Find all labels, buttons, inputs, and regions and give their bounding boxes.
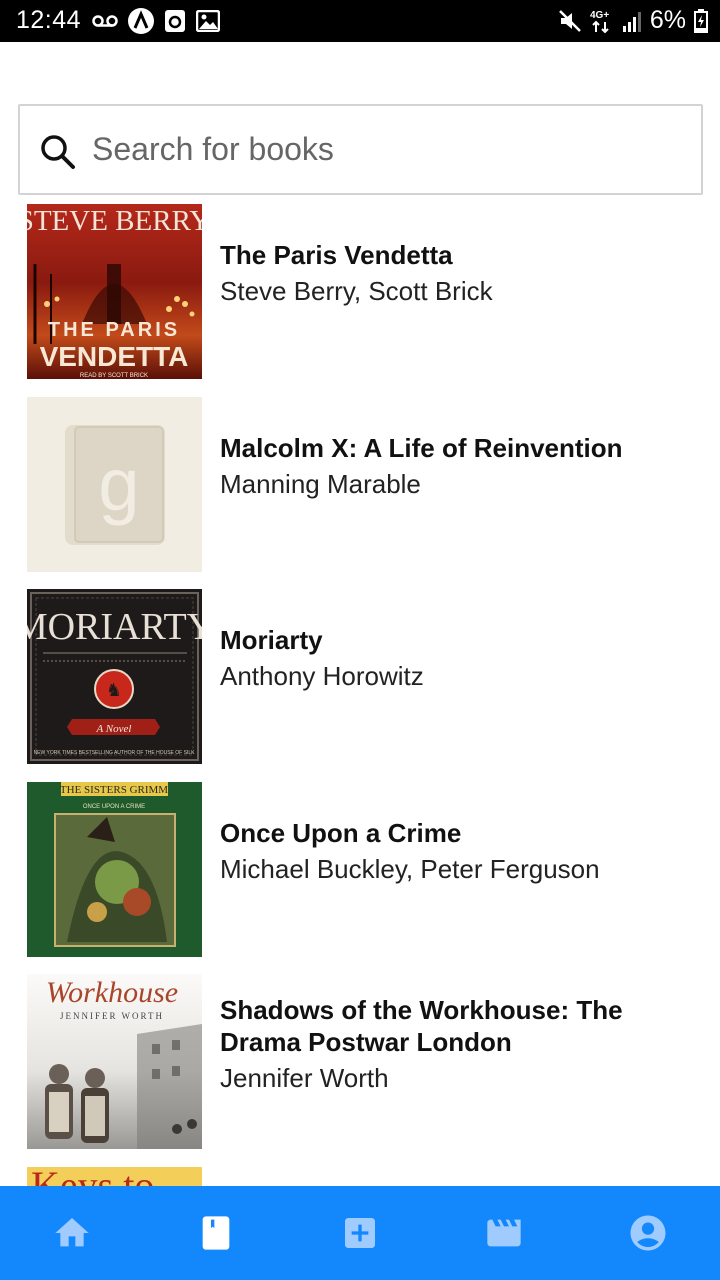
account-icon bbox=[630, 1215, 666, 1251]
goodreads-book-icon: g bbox=[65, 425, 165, 545]
svg-text:Keys to: Keys to bbox=[31, 1167, 154, 1186]
svg-text:4G+: 4G+ bbox=[590, 10, 609, 21]
svg-text:♞: ♞ bbox=[106, 680, 122, 700]
cover-title-top: STEVE BERRY bbox=[27, 205, 202, 237]
book-cover: MORIARTY ♞ A Novel NEW YORK TIMES BESTSE… bbox=[27, 589, 202, 764]
svg-text:THE PARIS: THE PARIS bbox=[48, 319, 180, 341]
nav-home[interactable] bbox=[32, 1193, 112, 1273]
battery-percent: 6% bbox=[649, 6, 686, 34]
status-right-icons: 4G+ 6% bbox=[558, 6, 708, 35]
search-bar[interactable] bbox=[18, 104, 703, 195]
book-author: Steve Berry, Scott Brick bbox=[220, 276, 493, 306]
book-title: Shadows of the Workhouse: The Drama Post… bbox=[220, 995, 623, 1057]
svg-text:VENDETTA: VENDETTA bbox=[40, 341, 189, 372]
nav-books[interactable] bbox=[176, 1193, 256, 1273]
svg-text:THE SISTERS GRIMM: THE SISTERS GRIMM bbox=[60, 784, 168, 796]
book-title: The Paris Vendetta bbox=[220, 240, 453, 270]
add-icon bbox=[345, 1218, 375, 1248]
list-item[interactable]: Workhouse JENNIFER WORTH Shadows of the … bbox=[0, 974, 720, 1150]
mute-icon bbox=[558, 9, 582, 33]
book-title: Moriarty bbox=[220, 625, 323, 655]
nav-account[interactable] bbox=[608, 1193, 688, 1273]
svg-text:Workhouse: Workhouse bbox=[46, 976, 178, 1009]
svg-text:ONCE UPON A CRIME: ONCE UPON A CRIME bbox=[83, 804, 145, 810]
camera-square-icon bbox=[164, 9, 186, 33]
battery-icon bbox=[694, 8, 708, 33]
home-icon bbox=[55, 1218, 89, 1247]
svg-text:g: g bbox=[98, 443, 139, 526]
movies-icon bbox=[487, 1219, 521, 1247]
book-list: STEVE BERRY THE PARIS VENDETTA READ BY S… bbox=[0, 204, 720, 1186]
book-author: Manning Marable bbox=[220, 469, 421, 499]
status-bar: 12:44 4G+ 6% bbox=[0, 0, 720, 42]
svg-text:READ BY SCOTT BRICK: READ BY SCOTT BRICK bbox=[80, 373, 148, 379]
svg-text:JENNIFER WORTH: JENNIFER WORTH bbox=[60, 1011, 164, 1021]
search-icon bbox=[41, 135, 75, 169]
svg-text:A Novel: A Novel bbox=[96, 723, 132, 735]
book-author: Anthony Horowitz bbox=[220, 661, 424, 691]
svg-text:NEW YORK TIMES BESTSELLING AUT: NEW YORK TIMES BESTSELLING AUTHOR OF THE… bbox=[34, 750, 196, 756]
book-cover-placeholder: g bbox=[27, 397, 202, 572]
list-item[interactable]: Keys to bbox=[0, 1167, 720, 1186]
status-time: 12:44 bbox=[16, 6, 82, 34]
book-title: Malcolm X: A Life of Reinvention bbox=[220, 433, 623, 463]
list-item[interactable]: STEVE BERRY THE PARIS VENDETTA READ BY S… bbox=[0, 204, 720, 380]
book-cover: STEVE BERRY THE PARIS VENDETTA READ BY S… bbox=[27, 204, 202, 379]
list-item[interactable]: g Malcolm X: A Life of Reinvention Manni… bbox=[0, 397, 720, 573]
book-author: Michael Buckley, Peter Ferguson bbox=[220, 854, 600, 884]
book-title: Once Upon a Crime bbox=[220, 818, 462, 848]
list-item[interactable]: THE SISTERS GRIMM ONCE UPON A CRIME Once… bbox=[0, 782, 720, 958]
search-input[interactable] bbox=[92, 106, 682, 193]
image-icon bbox=[196, 10, 220, 32]
status-left-icons bbox=[92, 8, 220, 34]
network-4g-icon: 4G+ bbox=[590, 8, 614, 34]
book-cover: THE SISTERS GRIMM ONCE UPON A CRIME bbox=[27, 782, 202, 957]
a-circle-icon bbox=[128, 8, 154, 34]
list-item[interactable]: MORIARTY ♞ A Novel NEW YORK TIMES BESTSE… bbox=[0, 589, 720, 765]
book-cover: Workhouse JENNIFER WORTH bbox=[27, 974, 202, 1149]
book-author: Jennifer Worth bbox=[220, 1063, 389, 1093]
book-icon bbox=[202, 1216, 230, 1250]
voicemail-icon bbox=[92, 14, 118, 28]
nav-movies[interactable] bbox=[464, 1193, 544, 1273]
signal-icon bbox=[622, 10, 642, 32]
book-cover: Keys to bbox=[27, 1167, 202, 1186]
svg-text:MORIARTY: MORIARTY bbox=[27, 606, 202, 648]
nav-add[interactable] bbox=[320, 1193, 400, 1273]
bottom-nav bbox=[0, 1186, 720, 1280]
